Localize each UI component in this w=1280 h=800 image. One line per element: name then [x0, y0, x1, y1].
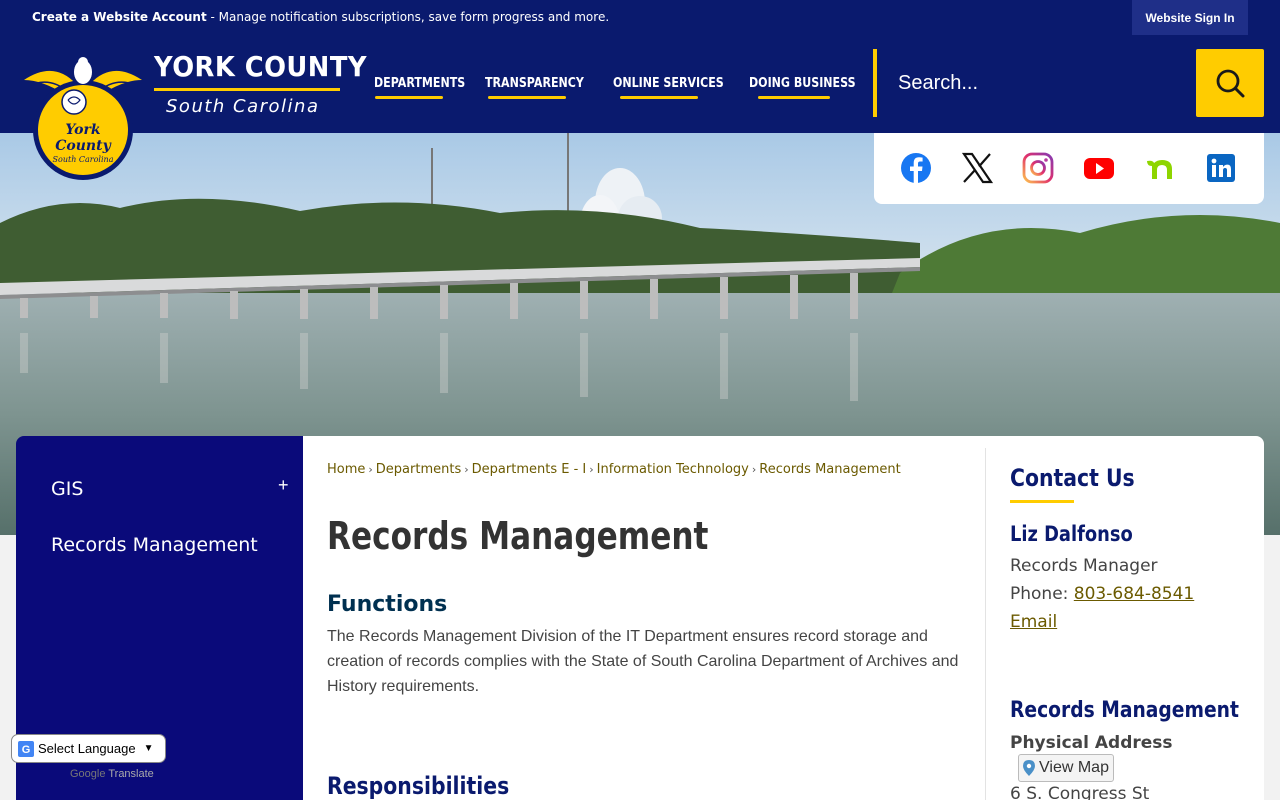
county-seal-logo[interactable]: York County South Carolina	[24, 50, 142, 182]
functions-text: The Records Management Division of the I…	[327, 628, 959, 695]
instagram-icon[interactable]	[1021, 151, 1055, 185]
svg-text:York: York	[65, 122, 100, 138]
svg-text:County: County	[55, 138, 111, 154]
website-sign-in-button[interactable]: Website Sign In	[1132, 0, 1248, 35]
search-button[interactable]	[1196, 49, 1264, 117]
functions-heading: Functions	[327, 592, 448, 617]
map-pin-icon	[1023, 760, 1036, 776]
breadcrumb-departments[interactable]: Departments	[376, 462, 461, 477]
sidebar-item-records-management[interactable]: Records Management	[51, 534, 258, 556]
language-select-label: Select Language	[38, 741, 136, 756]
search-icon	[1216, 69, 1245, 98]
contact-phone-row: Phone: 803-684-8541	[1010, 584, 1194, 604]
chevron-down-icon: ▼	[143, 743, 154, 754]
title-divider	[154, 88, 340, 91]
google-word: Google	[70, 768, 106, 780]
page-title: Records Management	[327, 514, 709, 558]
physical-address-label: Physical Address	[1010, 733, 1173, 753]
social-media-bar	[874, 133, 1264, 204]
x-icon[interactable]	[960, 151, 994, 185]
contact-heading-rule	[1010, 500, 1074, 503]
nav-doing-business[interactable]: DOING BUSINESS	[749, 76, 856, 91]
powered-by-google-translate[interactable]: Google Translate	[70, 768, 154, 780]
google-translate-icon: G	[18, 740, 34, 757]
breadcrumb: Home › Departments › Departments E - I › Infor…	[327, 462, 901, 477]
breadcrumb-information-technology[interactable]: Information Technology	[597, 462, 749, 477]
search-input[interactable]	[880, 49, 1192, 117]
view-map-button[interactable]: View Map	[1018, 754, 1114, 782]
phone-label: Phone:	[1010, 584, 1074, 604]
search-divider	[873, 49, 877, 117]
contact-heading: Contact Us	[1010, 464, 1135, 492]
nav-departments-underline	[375, 96, 443, 99]
phone-link[interactable]: 803-684-8541	[1074, 584, 1194, 604]
breadcrumb-separator: ›	[751, 463, 757, 476]
nav-online-services[interactable]: ONLINE SERVICES	[613, 76, 724, 91]
view-map-label: View Map	[1039, 759, 1109, 776]
contact-email-row: Email	[1010, 612, 1057, 632]
responsibilities-heading: Responsibilities	[327, 772, 510, 800]
breadcrumb-separator: ›	[368, 463, 373, 476]
svg-text:South Carolina: South Carolina	[53, 155, 114, 164]
email-link[interactable]: Email	[1010, 612, 1057, 632]
nav-transparency[interactable]: TRANSPARENCY	[485, 76, 584, 91]
svg-text:G: G	[22, 744, 31, 756]
breadcrumb-departments-e-i[interactable]: Departments E - I	[472, 462, 587, 477]
youtube-icon[interactable]	[1082, 151, 1116, 185]
nav-doing-business-underline	[758, 96, 830, 99]
site-title[interactable]: YORK COUNTY	[154, 50, 367, 83]
address-line: 6 S. Congress St	[1010, 784, 1150, 800]
create-account-label[interactable]: Create a Website Account	[32, 10, 207, 24]
sidebar-item-gis[interactable]: GIS	[51, 478, 83, 500]
expand-gis-button[interactable]: +	[278, 475, 289, 496]
nextdoor-icon[interactable]	[1143, 151, 1177, 185]
breadcrumb-separator: ›	[464, 463, 469, 476]
create-account-link[interactable]: Create a Website Account - Manage notifi…	[32, 10, 609, 24]
nav-departments[interactable]: DEPARTMENTS	[374, 76, 465, 91]
breadcrumb-records-management[interactable]: Records Management	[759, 462, 900, 477]
breadcrumb-home[interactable]: Home	[327, 462, 365, 477]
translate-word: Translate	[108, 768, 154, 780]
main-content: Home › Departments › Departments E - I › Infor…	[303, 436, 1264, 800]
department-heading: Records Management	[1010, 698, 1239, 723]
language-select[interactable]: G Select Language ▼	[11, 734, 166, 763]
column-divider	[985, 448, 986, 800]
nav-online-services-underline	[620, 96, 698, 99]
contact-role: Records Manager	[1010, 556, 1158, 576]
contact-name: Liz Dalfonso	[1010, 522, 1133, 546]
nav-transparency-underline	[488, 96, 566, 99]
create-account-description: - Manage notification subscriptions, sav…	[206, 10, 610, 24]
linkedin-icon[interactable]	[1204, 151, 1238, 185]
breadcrumb-separator: ›	[589, 463, 594, 476]
site-subtitle[interactable]: South Carolina	[166, 96, 320, 117]
utility-bar: Create a Website Account - Manage notifi…	[0, 0, 1280, 35]
facebook-icon[interactable]	[899, 151, 933, 185]
